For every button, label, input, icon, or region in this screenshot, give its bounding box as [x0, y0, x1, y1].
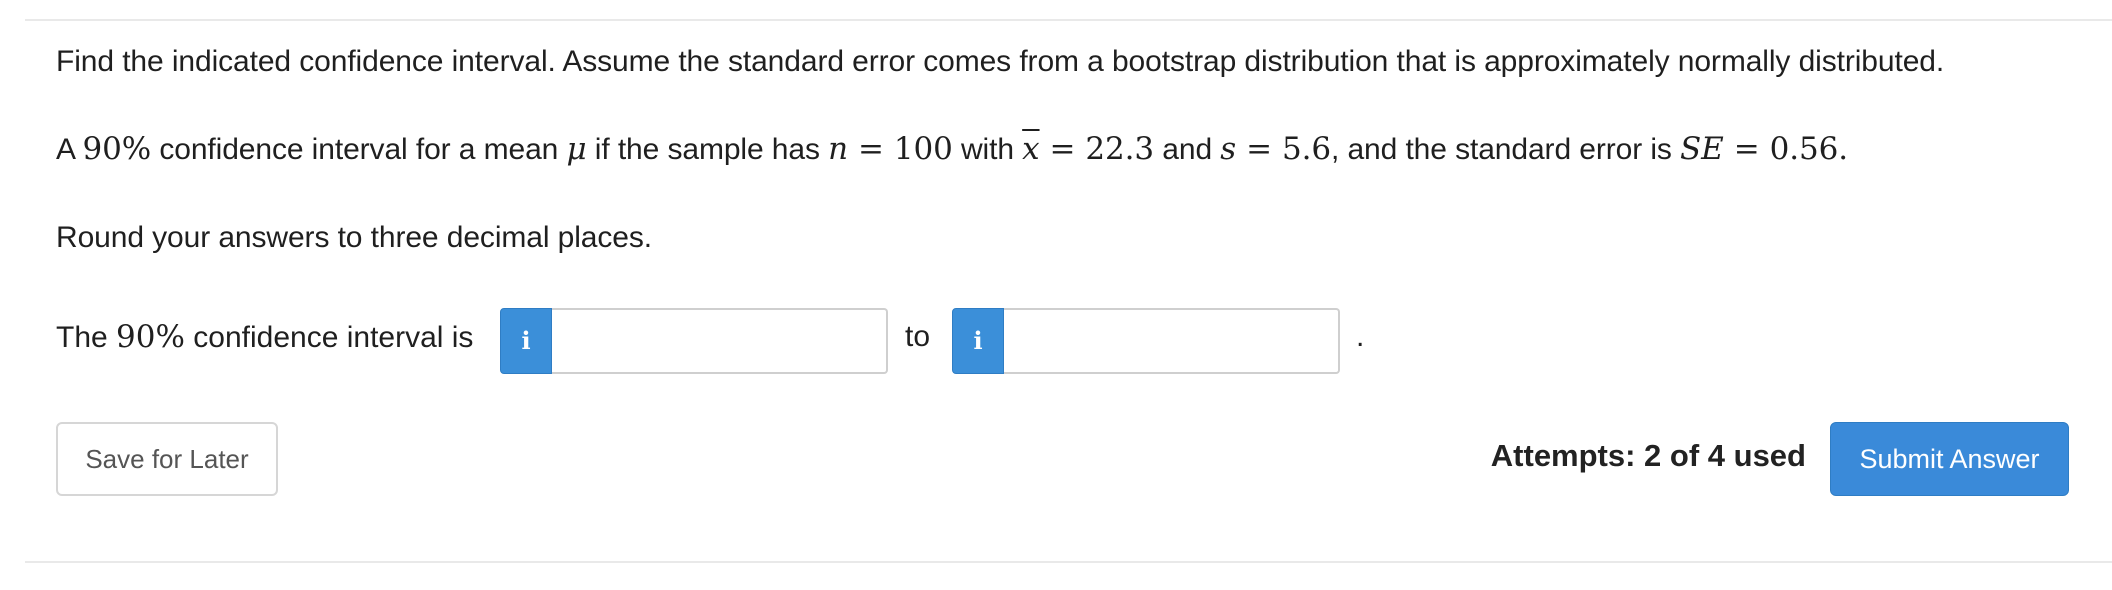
- lower-bound-input[interactable]: [552, 308, 888, 374]
- equals-sign: =: [1733, 131, 1760, 167]
- problem-text: confidence interval for a mean: [151, 133, 567, 166]
- problem-text: and: [1154, 133, 1221, 166]
- answer-label: The 90% confidence interval is: [56, 317, 473, 358]
- problem-text: A: [56, 133, 83, 166]
- xbar-variable: x: [1022, 131, 1040, 167]
- question-problem: A 90% confidence interval for a mean μ i…: [56, 129, 1848, 170]
- save-for-later-button[interactable]: Save for Later: [56, 422, 278, 496]
- s-value: 5.6: [1281, 131, 1331, 167]
- problem-text: , and the standard error is: [1330, 133, 1681, 166]
- equals-sign: =: [1049, 131, 1076, 167]
- problem-text: with: [952, 133, 1023, 166]
- question-instruction: Find the indicated confidence interval. …: [56, 45, 1945, 78]
- n-value: 100: [893, 131, 953, 167]
- upper-bound-info-icon[interactable]: i: [952, 308, 1004, 374]
- answer-label-text: confidence interval is: [184, 321, 474, 354]
- answer-period: .: [1356, 320, 1365, 353]
- se-value: 0.56: [1769, 131, 1839, 167]
- problem-period: .: [1838, 131, 1848, 167]
- s-variable: s: [1220, 131, 1237, 167]
- answer-confidence-level: 90%: [116, 319, 185, 355]
- lower-bound-info-icon[interactable]: i: [500, 308, 552, 374]
- submit-answer-button[interactable]: Submit Answer: [1830, 422, 2069, 496]
- top-divider: [25, 19, 2112, 21]
- rounding-instruction: Round your answers to three decimal plac…: [56, 221, 653, 254]
- upper-bound-input[interactable]: [1004, 308, 1340, 374]
- to-label: to: [905, 320, 931, 353]
- confidence-level: 90%: [82, 131, 152, 167]
- mu-symbol: μ: [566, 131, 587, 167]
- n-variable: n: [828, 131, 848, 167]
- equals-sign: =: [857, 131, 884, 167]
- attempts-counter: Attempts: 2 of 4 used: [1490, 438, 1806, 473]
- answer-row: The 90% confidence interval is i to i .: [56, 308, 1376, 374]
- bottom-divider: [25, 561, 2112, 563]
- problem-text: if the sample has: [586, 133, 829, 166]
- equals-sign: =: [1246, 131, 1272, 167]
- xbar-value: 22.3: [1085, 131, 1155, 167]
- se-variable: SE: [1680, 131, 1724, 167]
- answer-label-text: The: [56, 321, 117, 354]
